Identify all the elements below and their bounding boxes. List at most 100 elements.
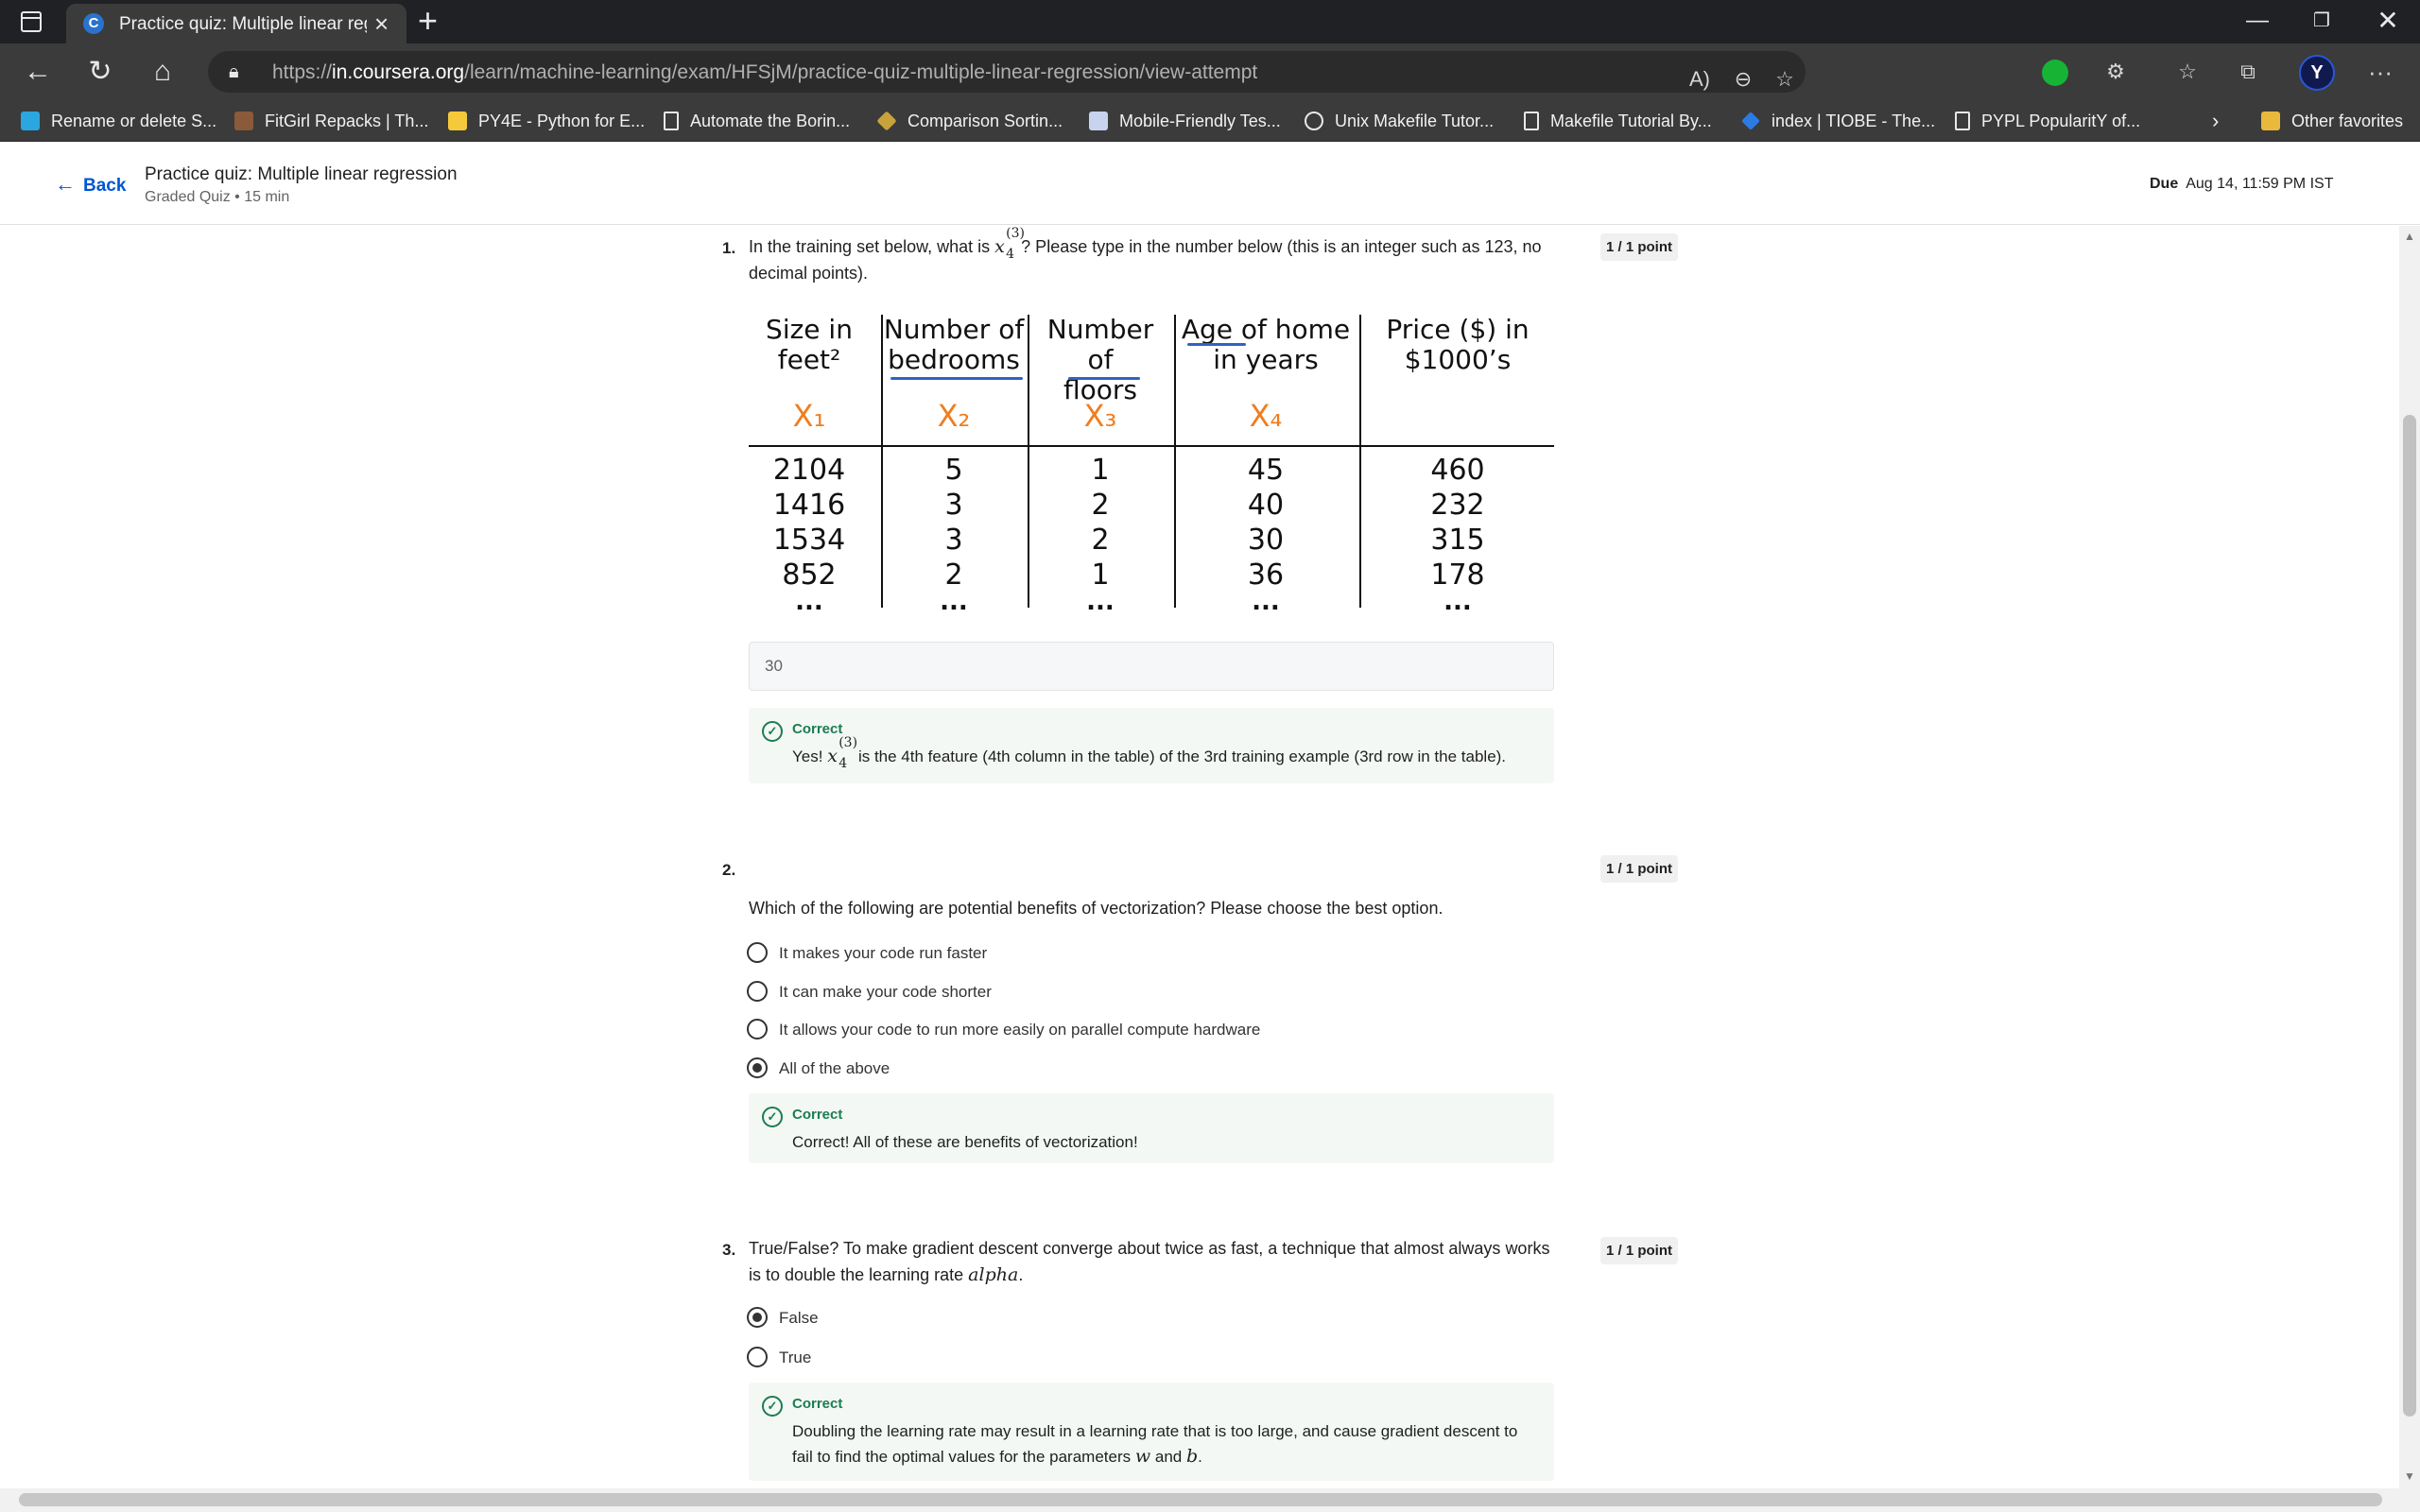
table-header: Size in feet² [766,314,853,375]
more-menu-icon[interactable]: ··· [2363,56,2397,88]
table-column: 45 40 30 36... [1247,454,1285,616]
feature-label: X₁ [792,398,826,434]
table-column: 2104 1416 1534 852... [772,454,846,616]
new-tab-icon[interactable]: + [418,4,438,38]
table-header: Price ($) in $1000’s [1386,314,1530,375]
answer-input[interactable]: 30 [749,642,1554,691]
page-icon [1524,112,1539,130]
feature-label: X₂ [937,398,971,434]
feedback-box: ✓ Correct Yes! x (3) 4 is the 4th feature … [749,708,1554,783]
refresh-icon[interactable]: ↻ [81,56,119,88]
check-circle-icon: ✓ [762,1396,783,1417]
vertical-scrollbar[interactable]: ▲ ▼ [2399,226,2420,1488]
underline-mark [1187,343,1246,346]
points-badge: 1 / 1 point [1600,233,1679,261]
math-alpha: alpha [968,1264,1019,1285]
feedback-box: ✓ Correct Doubling the learning rate may… [749,1383,1554,1481]
diamond-icon [876,111,897,131]
profile-avatar[interactable]: Y [2299,55,2335,91]
feedback-title: Correct [792,721,843,737]
other-favorites[interactable]: Other favorites [2261,109,2403,133]
kaggle-k-icon [21,112,40,130]
mobile-test-icon [1089,112,1108,130]
favorite-item[interactable]: Rename or delete S... [21,109,216,133]
radio-button-selected[interactable] [747,1307,768,1328]
quiz-title: Practice quiz: Multiple linear regressio… [145,164,458,184]
back-arrow-icon[interactable]: ← [19,56,57,88]
favorite-item[interactable]: Comparison Sortin... [876,109,1063,133]
scroll-down-icon[interactable]: ▼ [2403,1469,2416,1483]
tab-active[interactable]: C Practice quiz: Multiple linear regr × [66,4,406,43]
page-icon [1955,112,1970,130]
favorite-item[interactable]: PYPL PopularitY of... [1955,109,2140,133]
url-field[interactable]: 🔒︎ https://in.coursera.org/learn/machine… [208,51,1806,93]
lock-icon: 🔒︎ [229,61,239,82]
sidebar-toggle-icon[interactable] [21,11,42,32]
radio-button[interactable] [747,1347,768,1367]
coursera-favicon-icon: C [83,13,104,34]
favorite-item[interactable]: FitGirl Repacks | Th... [234,109,428,133]
tab-bar: C Practice quiz: Multiple linear regr × … [0,0,2420,43]
favorite-item[interactable]: index | TIOBE - The... [1741,109,1935,133]
radio-button[interactable] [747,981,768,1002]
read-aloud-icon[interactable]: A) [1683,63,1717,95]
back-button[interactable]: ← Back [55,172,126,197]
scroll-up-icon[interactable]: ▲ [2403,230,2416,243]
math-x-4-3: x (3) 4 [827,735,858,771]
scroll-thumb[interactable] [2403,415,2416,1417]
favorite-item[interactable]: PY4E - Python for E... [448,109,645,133]
favorite-item[interactable]: Automate the Borin... [664,109,850,133]
zoom-icon[interactable]: ⊖ [1726,63,1760,95]
folder-icon [2261,112,2280,130]
table-column: 460 232 315 178... [1430,454,1485,616]
math-x-4-3: x (3) 4 [994,226,1026,262]
chevron-right-icon[interactable]: › [2212,109,2219,133]
underline-mark [890,377,1023,380]
favorites-icon[interactable]: ☆ [2170,56,2204,88]
table-header: Number of bedrooms [883,314,1025,375]
favorite-item[interactable]: Unix Makefile Tutor... [1305,109,1494,133]
window-close-icon[interactable]: ✕ [2369,6,2407,36]
training-set-table: Size in feet² Number of bedrooms Number of… [749,314,1554,614]
radio-button[interactable] [747,942,768,963]
check-circle-icon: ✓ [762,1107,783,1127]
collections-icon[interactable]: ⧉ [2231,56,2265,88]
favorite-item[interactable]: Makefile Tutorial By... [1524,109,1712,133]
tab-title: Practice quiz: Multiple linear regr [119,14,367,34]
feedback-text: Yes! x (3) 4 is the 4th feature (4th colum… [792,735,1507,771]
feedback-box: ✓ Correct Correct! All of these are bene… [749,1093,1554,1163]
table-divider [1359,315,1361,608]
page-icon [664,112,679,130]
extension-thumb-icon[interactable] [2042,60,2068,86]
question-number: 1. [722,239,736,257]
home-icon[interactable]: ⌂ [144,56,182,88]
back-arrow-icon: ← [55,172,76,196]
url-text: https://in.coursera.org/learn/machine-le… [272,61,1258,83]
points-badge: 1 / 1 point [1600,1237,1679,1264]
tab-close-icon[interactable]: × [374,9,389,38]
question-text: In the training set below, what is x (3) 4… [749,226,1542,283]
table-header: Number of floors [1046,314,1154,405]
table-divider [1028,315,1029,608]
question-number: 3. [722,1241,736,1259]
feature-label: X₄ [1249,398,1283,434]
table-column: 5 3 3 2... [940,454,968,616]
question-text: Which of the following are potential ben… [749,899,1443,918]
scroll-thumb[interactable] [19,1493,2382,1506]
table-divider [749,445,1554,447]
avatar-icon [234,112,253,130]
favorites-bar: Rename or delete S... FitGirl Repacks | … [0,100,2420,142]
favorite-item[interactable]: Mobile-Friendly Tes... [1089,109,1281,133]
horizontal-scrollbar[interactable] [0,1488,2420,1512]
tiobe-icon [1741,112,1760,130]
restore-icon[interactable]: ❐ [2303,6,2341,36]
underline-mark [1068,377,1140,380]
points-badge: 1 / 1 point [1600,855,1679,883]
minimize-icon[interactable]: — [2238,6,2276,36]
quiz-subtitle: Graded Quiz • 15 min [145,189,290,205]
radio-button-selected[interactable] [747,1057,768,1078]
quiz-content: 1. In the training set below, what is x(… [0,226,2399,1488]
radio-button[interactable] [747,1019,768,1040]
extensions-icon[interactable]: ⚙ [2099,56,2133,88]
add-favorite-icon[interactable]: ☆ [1768,63,1802,95]
